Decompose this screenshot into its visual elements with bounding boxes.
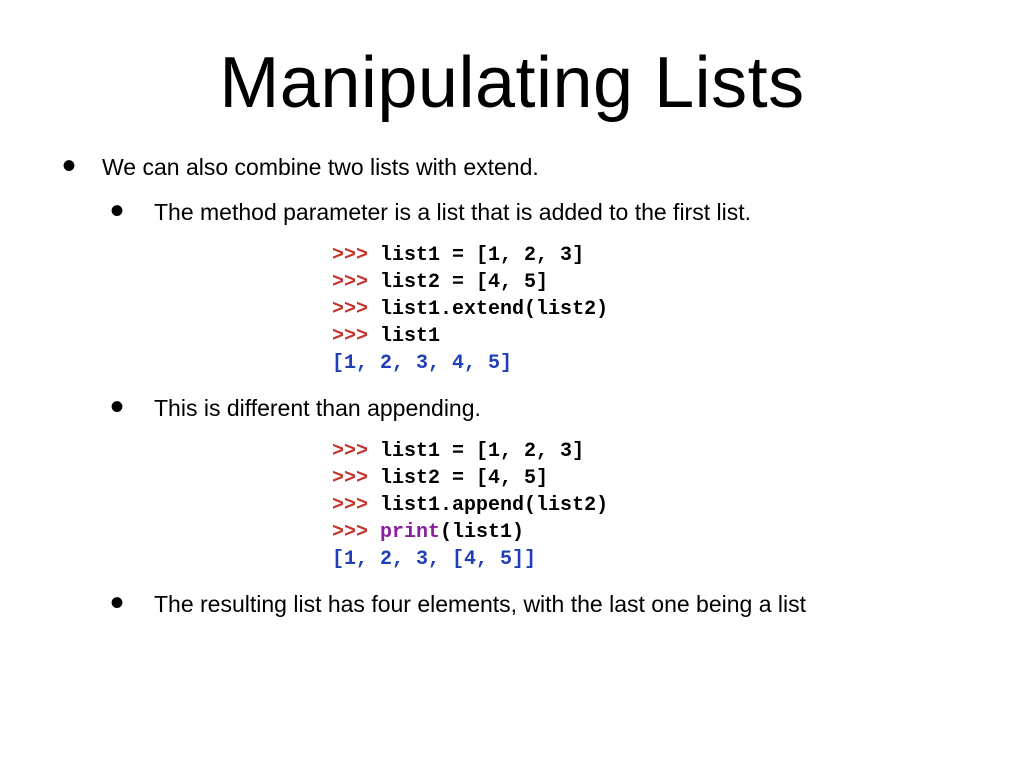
- slide-title: Manipulating Lists: [0, 0, 1024, 124]
- repl-prompt: >>>: [332, 521, 368, 544]
- code-line: list1 = [1, 2, 3]: [380, 440, 584, 463]
- code-line: list1: [380, 325, 440, 348]
- code-output: [1, 2, 3, [4, 5]]: [332, 548, 536, 571]
- repl-prompt: >>>: [332, 467, 368, 490]
- slide-body: We can also combine two lists with exten…: [0, 124, 1024, 620]
- bullet-sub-2: This is different than appending.: [102, 393, 964, 424]
- code-line: list1 = [1, 2, 3]: [380, 244, 584, 267]
- bullet-sub-1: The method parameter is a list that is a…: [102, 197, 964, 228]
- repl-prompt: >>>: [332, 298, 368, 321]
- code-line: list2 = [4, 5]: [380, 467, 548, 490]
- repl-prompt: >>>: [332, 440, 368, 463]
- repl-prompt: >>>: [332, 325, 368, 348]
- code-line: list2 = [4, 5]: [380, 271, 548, 294]
- code-block-append: >>> list1 = [1, 2, 3] >>> list2 = [4, 5]…: [332, 438, 964, 573]
- bullet-sub-1-text: The method parameter is a list that is a…: [154, 199, 751, 225]
- repl-prompt: >>>: [332, 494, 368, 517]
- bullet-sub-3: The resulting list has four elements, wi…: [102, 589, 964, 620]
- code-line: (list1): [440, 521, 524, 544]
- code-line: list1.append(list2): [380, 494, 608, 517]
- bullet-main: We can also combine two lists with exten…: [60, 152, 964, 620]
- code-line: list1.extend(list2): [380, 298, 608, 321]
- code-output: [1, 2, 3, 4, 5]: [332, 352, 512, 375]
- repl-prompt: >>>: [332, 271, 368, 294]
- code-keyword: print: [380, 521, 440, 544]
- bullet-main-text: We can also combine two lists with exten…: [102, 154, 539, 180]
- slide: Manipulating Lists We can also combine t…: [0, 0, 1024, 768]
- code-block-extend: >>> list1 = [1, 2, 3] >>> list2 = [4, 5]…: [332, 242, 964, 377]
- bullet-sub-3-text: The resulting list has four elements, wi…: [154, 591, 806, 617]
- repl-prompt: >>>: [332, 244, 368, 267]
- bullet-sub-2-text: This is different than appending.: [154, 395, 481, 421]
